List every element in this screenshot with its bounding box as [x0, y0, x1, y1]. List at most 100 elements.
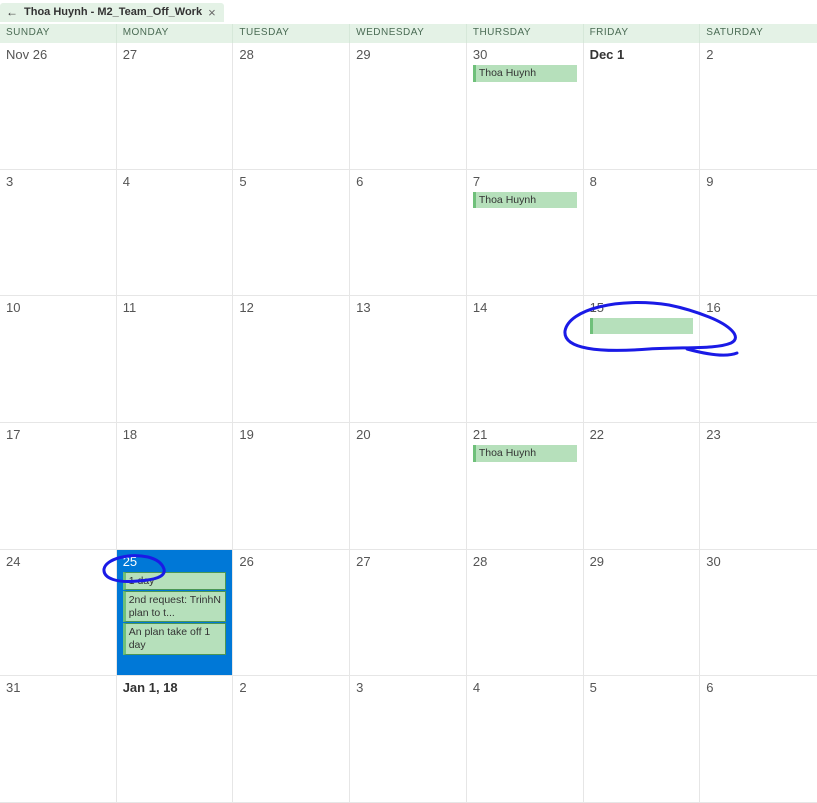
date-label: 22 [590, 427, 694, 442]
date-label: 30 [706, 554, 811, 569]
calendar-cell[interactable]: 16 [700, 296, 817, 423]
date-label: 8 [590, 174, 694, 189]
calendar-cell[interactable]: 13 [350, 296, 467, 423]
back-arrow-icon[interactable]: ← [6, 6, 18, 18]
events-container: Thoa Huynh [473, 192, 577, 209]
calendar-cell[interactable]: 27 [350, 550, 467, 677]
date-label: 2 [706, 47, 811, 62]
day-header: SUNDAY [0, 24, 117, 43]
date-label: 3 [6, 174, 110, 189]
calendar-cell[interactable]: 22 [584, 423, 701, 550]
calendar-cell[interactable]: 4 [117, 170, 234, 297]
date-label: 23 [706, 427, 811, 442]
date-label: 15 [590, 300, 694, 315]
date-label: 3 [356, 680, 460, 695]
date-label: 24 [6, 554, 110, 569]
day-header: MONDAY [117, 24, 234, 43]
date-label: 2 [239, 680, 343, 695]
calendar-cell[interactable]: 5 [584, 676, 701, 803]
calendar-cell[interactable]: 3 [0, 170, 117, 297]
calendar-cell[interactable]: 10 [0, 296, 117, 423]
date-label: 20 [356, 427, 460, 442]
calendar-cell[interactable]: 7 Thoa Huynh [467, 170, 584, 297]
date-label: 10 [6, 300, 110, 315]
calendar-cell[interactable]: 6 [350, 170, 467, 297]
calendar-cell[interactable]: 23 [700, 423, 817, 550]
day-header: WEDNESDAY [350, 24, 467, 43]
calendar-cell[interactable]: Nov 26 [0, 43, 117, 170]
calendar-cell[interactable]: 25 1 day2nd request: TrinhN plan to t...A… [117, 550, 234, 677]
calendar-cell[interactable]: 3 [350, 676, 467, 803]
date-label: 25 [123, 554, 227, 569]
calendar-cell[interactable]: 27 [117, 43, 234, 170]
date-label: 6 [356, 174, 460, 189]
date-label: 18 [123, 427, 227, 442]
date-label: 27 [123, 47, 227, 62]
events-container: 1 day2nd request: TrinhN plan to t...An … [123, 572, 227, 655]
date-label: 12 [239, 300, 343, 315]
date-label: 7 [473, 174, 577, 189]
day-headers-row: SUNDAY MONDAY TUESDAY WEDNESDAY THURSDAY… [0, 24, 817, 43]
calendar-event[interactable]: Thoa Huynh [473, 65, 577, 82]
calendar-cell[interactable]: 8 [584, 170, 701, 297]
calendar-cell[interactable]: Dec 1 [584, 43, 701, 170]
calendar-cell[interactable]: 30 [700, 550, 817, 677]
calendar-cell[interactable]: 2 [700, 43, 817, 170]
calendar-event[interactable] [590, 318, 694, 334]
date-label: 19 [239, 427, 343, 442]
day-header: FRIDAY [584, 24, 701, 43]
date-label: 21 [473, 427, 577, 442]
day-header: TUESDAY [233, 24, 350, 43]
calendar-cell[interactable]: 20 [350, 423, 467, 550]
date-label: 4 [123, 174, 227, 189]
calendar-cell[interactable]: 6 [700, 676, 817, 803]
date-label: Nov 26 [6, 47, 110, 62]
date-label: 14 [473, 300, 577, 315]
calendar-cell[interactable]: 9 [700, 170, 817, 297]
date-label: 11 [123, 300, 227, 315]
calendar-cell[interactable]: 4 [467, 676, 584, 803]
date-label: 26 [239, 554, 343, 569]
calendar-tab[interactable]: ← Thoa Huynh - M2_Team_Off_Work × [0, 3, 224, 22]
events-container [590, 318, 694, 334]
date-label: 13 [356, 300, 460, 315]
calendar-cell[interactable]: 26 [233, 550, 350, 677]
calendar-cell[interactable]: 18 [117, 423, 234, 550]
day-header: THURSDAY [467, 24, 584, 43]
date-label: 27 [356, 554, 460, 569]
calendar-cell[interactable]: 12 [233, 296, 350, 423]
calendar-event[interactable]: 2nd request: TrinhN plan to t... [123, 591, 227, 622]
day-header: SATURDAY [700, 24, 817, 43]
date-label: 4 [473, 680, 577, 695]
calendar-cell[interactable]: 29 [584, 550, 701, 677]
calendar-cell[interactable]: 30 Thoa Huynh [467, 43, 584, 170]
events-container: Thoa Huynh [473, 65, 577, 82]
calendar-event[interactable]: Thoa Huynh [473, 445, 577, 462]
calendar-cell[interactable]: 17 [0, 423, 117, 550]
calendar-cell[interactable]: 31 [0, 676, 117, 803]
close-icon[interactable]: × [208, 6, 216, 19]
date-label: 5 [239, 174, 343, 189]
calendar-cell[interactable]: 24 [0, 550, 117, 677]
calendar-cell[interactable]: 21 Thoa Huynh [467, 423, 584, 550]
calendar-event[interactable]: An plan take off 1 day [123, 623, 227, 654]
calendar-cell[interactable]: 5 [233, 170, 350, 297]
calendar-cell[interactable]: 19 [233, 423, 350, 550]
date-label: 29 [590, 554, 694, 569]
date-label: 30 [473, 47, 577, 62]
date-label: 31 [6, 680, 110, 695]
calendar-event[interactable]: 1 day [123, 572, 227, 591]
calendar-cell[interactable]: 2 [233, 676, 350, 803]
calendar-cell[interactable]: 28 [233, 43, 350, 170]
date-label: 28 [239, 47, 343, 62]
calendar-event[interactable]: Thoa Huynh [473, 192, 577, 209]
calendar-cell[interactable]: 14 [467, 296, 584, 423]
calendar-cell[interactable]: Jan 1, 18 [117, 676, 234, 803]
calendar-cell[interactable]: 29 [350, 43, 467, 170]
date-label: 16 [706, 300, 811, 315]
calendar-cell[interactable]: 11 [117, 296, 234, 423]
calendar-cell[interactable]: 15 [584, 296, 701, 423]
calendar-cell[interactable]: 28 [467, 550, 584, 677]
date-label: 6 [706, 680, 811, 695]
calendar-grid: Nov 2627282930Thoa HuynhDec 1234567Thoa … [0, 43, 817, 803]
